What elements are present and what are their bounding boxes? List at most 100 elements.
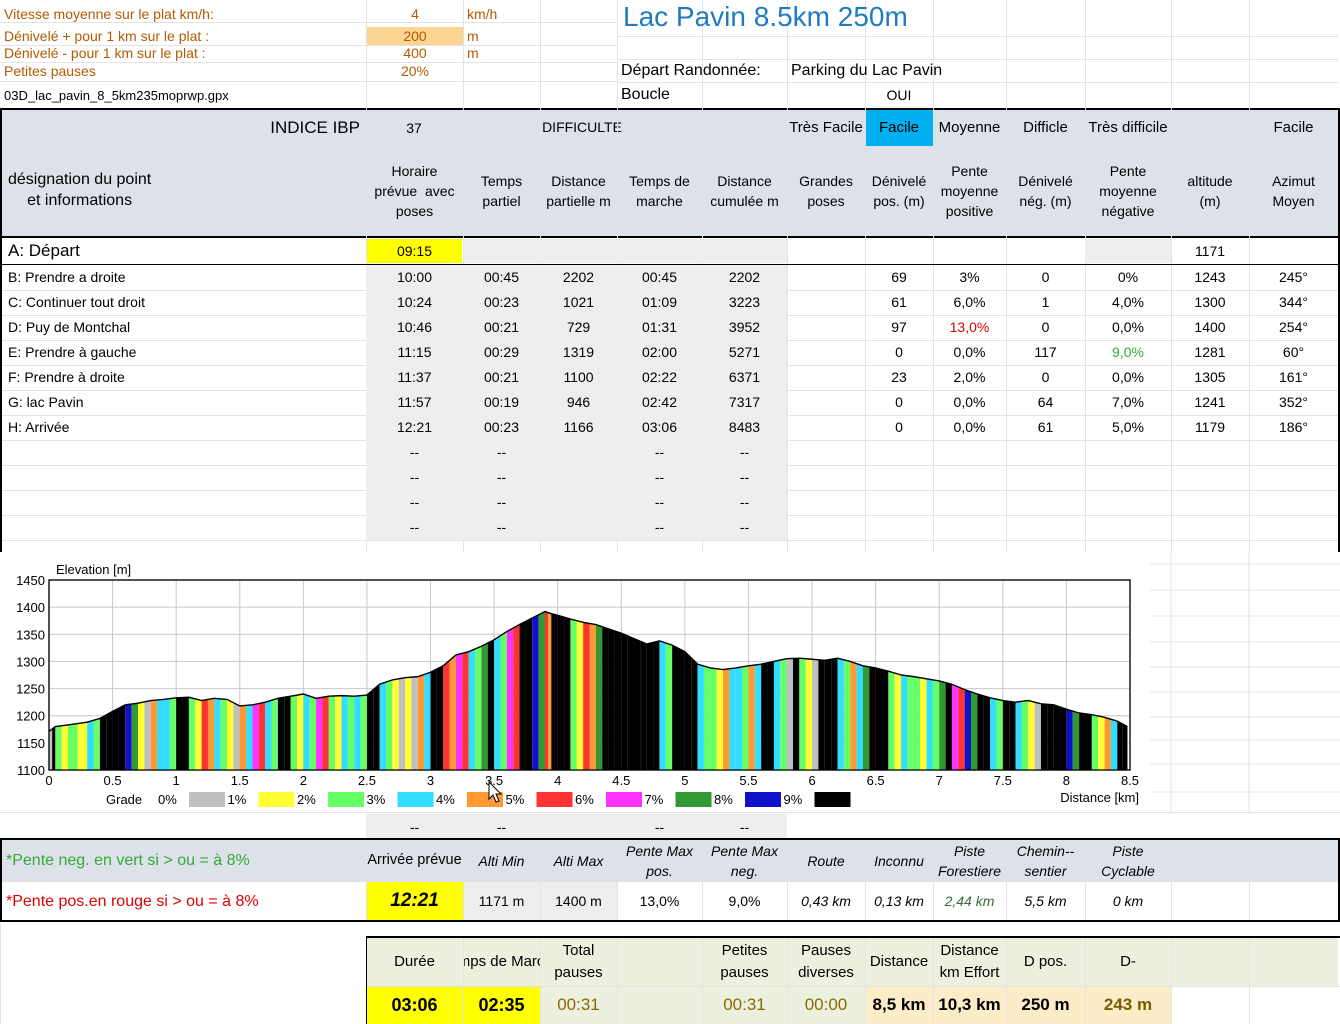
row-cell-dpos: 0	[895, 344, 903, 361]
totals-header-9: D pos.	[1023, 953, 1068, 971]
grade-segment	[411, 676, 418, 770]
grade-segment	[1060, 707, 1067, 770]
row-cell-pneg: 0,0%	[1112, 319, 1144, 336]
grade-segment	[239, 705, 247, 770]
row-cell-dneg: 61	[1037, 419, 1054, 436]
grade-segment	[284, 696, 291, 770]
grade-segment	[1066, 709, 1073, 770]
grade-segment	[767, 661, 774, 770]
grade-segment	[786, 658, 793, 770]
row-cell-dp: 729	[540, 315, 617, 340]
grade-segment	[754, 664, 762, 770]
gridline	[617, 82, 1338, 83]
totals-header-5: Petites pauses	[720, 942, 769, 981]
legend-label: 4%	[436, 792, 455, 807]
row-cell-ppos: 3%	[959, 269, 980, 286]
depart-value[interactable]: Parking du Lac Pavin	[787, 60, 1037, 82]
summary-value-6: 0,43 km	[801, 892, 851, 909]
empty-cell	[540, 490, 617, 515]
grade-segment	[309, 696, 317, 770]
row-start-time[interactable]: 09:15	[367, 239, 462, 263]
summary-header-8: Piste Forestiere	[937, 842, 1002, 879]
grade-segment	[398, 677, 406, 770]
row-cell-ppos: 6,0%	[953, 294, 986, 311]
grade-segment	[634, 638, 641, 770]
grade-segment	[1091, 714, 1099, 770]
grade-segment	[761, 662, 768, 770]
grade-segment	[554, 614, 558, 770]
param-pauses-value[interactable]: 20%	[367, 62, 463, 80]
param-dplus-value[interactable]: 200	[367, 27, 463, 45]
col-header-0: désignation du point et informations	[8, 171, 152, 209]
grade-segment	[513, 624, 520, 770]
row-cell-dc: 8483	[702, 415, 787, 440]
row-cell-dneg: 117	[1034, 344, 1057, 361]
grade-segment	[195, 698, 202, 770]
dash-cell: --	[463, 515, 540, 540]
grade-segment	[144, 700, 151, 770]
legend-label: 2%	[297, 792, 316, 807]
totals-value-3: 00:31	[540, 986, 617, 1024]
grade-segment	[61, 724, 69, 770]
row-cell-tm: 00:45	[617, 265, 702, 290]
note-negative-slope: *Pente neg. en vert si > ou = à 8%	[6, 852, 250, 870]
grade-segment	[55, 725, 62, 770]
grade-segment	[118, 704, 126, 770]
row-cell-dneg: 1	[1041, 294, 1050, 311]
col-line	[463, 938, 464, 1024]
grade-segment	[710, 667, 717, 770]
row-cell-ppos: 0,0%	[953, 419, 986, 436]
boucle-value[interactable]: OUI	[865, 84, 933, 106]
gridline	[1249, 0, 1250, 106]
x-tick-label: 3.5	[485, 773, 503, 788]
grade-segment	[373, 684, 380, 770]
row-cell-az: 344°	[1279, 294, 1308, 311]
dash-cell: --	[617, 440, 702, 465]
legend-label: 5%	[506, 792, 525, 807]
row-cell-tp: 00:29	[463, 340, 540, 365]
azimut-level: Facile	[1273, 119, 1314, 137]
grade-segment	[869, 666, 876, 770]
grade-segment	[265, 700, 272, 770]
col-header-1: Horaire prévue avec poses	[374, 162, 455, 220]
grade-segment	[525, 618, 533, 770]
param-speed-value[interactable]: 4	[367, 5, 463, 23]
legend-swatch	[745, 792, 781, 807]
legend-label: 6%	[575, 792, 594, 807]
row-cell-dpos: 97	[891, 319, 907, 336]
row-cell-dc: 7317	[702, 390, 787, 415]
row-cell-dp: 1100	[540, 365, 617, 390]
grade-segment	[271, 698, 278, 770]
grade-segment	[824, 659, 832, 770]
grade-segment	[1021, 700, 1029, 770]
row-cell-tm: 02:00	[617, 340, 702, 365]
y-tick-label: 1400	[16, 600, 45, 615]
param-dminus-value[interactable]: 400	[367, 44, 463, 62]
grade-segment	[188, 697, 196, 770]
grade-segment	[996, 699, 1003, 770]
gridline	[617, 36, 1338, 37]
grade-segment	[939, 680, 946, 770]
grade-segment	[112, 708, 119, 770]
x-tick-label: 4	[554, 773, 561, 788]
border	[0, 920, 1340, 922]
gpx-filename[interactable]: 03D_lac_pavin_8_5km235moprwp.gpx	[0, 86, 366, 106]
col-line	[933, 938, 934, 1024]
gridline	[1171, 0, 1172, 106]
x-tick-label: 3	[427, 773, 434, 788]
grade-segment	[576, 620, 584, 770]
row-cell-az: 161°	[1279, 369, 1308, 386]
grade-segment	[595, 624, 603, 770]
grade-segment	[742, 665, 749, 770]
row-cell-tp: 00:19	[463, 390, 540, 415]
summary-value-2: 1171 m	[463, 882, 540, 920]
grade-segment	[1053, 704, 1061, 770]
y-tick-label: 1150	[17, 736, 45, 751]
totals-header-8: Distance km Effort	[939, 942, 1000, 981]
row-cell-tp: 00:23	[463, 290, 540, 315]
dash-cell: --	[702, 440, 787, 465]
row-cell-pneg: 4,0%	[1112, 294, 1144, 311]
difficulty-très-difficile: Très difficile	[1088, 119, 1168, 137]
grade-segment	[729, 667, 736, 770]
difficulty-facile: Facile	[865, 110, 933, 146]
